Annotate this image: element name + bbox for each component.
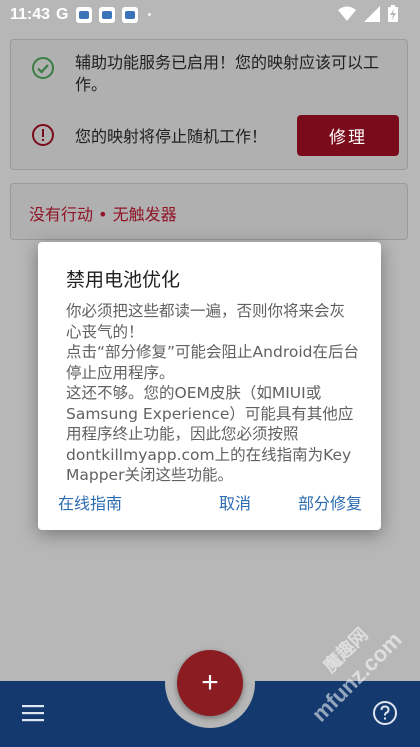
notification-app-icon: [98, 7, 115, 23]
system-icons: [338, 5, 398, 22]
help-icon[interactable]: [372, 700, 398, 726]
add-mapping-fab[interactable]: +: [177, 650, 243, 716]
check-circle-icon: [32, 57, 54, 79]
fix-button[interactable]: 修理: [297, 115, 399, 156]
signal-icon: [364, 5, 380, 22]
battery-charging-icon: [388, 5, 398, 22]
dialog-message: 你必须把这些都读一遍，否则你将来会灰心丧气的！ 点击“部分修复”可能会阻止And…: [66, 302, 359, 484]
mapping-warning-text: 您的映射将停止随机工作！: [75, 127, 268, 146]
menu-icon[interactable]: [22, 704, 44, 722]
svg-text:魔趣网: 魔趣网: [319, 625, 373, 677]
online-guide-button[interactable]: 在线指南: [58, 490, 122, 514]
battery-optimization-dialog: 禁用电池优化 你必须把这些都读一遍，否则你将来会灰心丧气的！ 点击“部分修复”可…: [38, 242, 381, 530]
notification-app-icon: [75, 7, 92, 23]
google-icon: G: [56, 6, 69, 23]
status-bar: 11:43 G •: [0, 0, 420, 30]
error-circle-icon: [32, 124, 54, 146]
cancel-button[interactable]: 取消: [219, 490, 251, 514]
mapping-summary-text: 没有行动 • 无触发器: [29, 205, 177, 224]
status-time: 11:43: [10, 6, 51, 23]
wifi-icon: [338, 6, 356, 21]
partial-fix-button[interactable]: 部分修复: [298, 490, 362, 514]
notification-app-icon: [121, 7, 138, 23]
more-notifications-dot: •: [147, 9, 152, 21]
dialog-title: 禁用电池优化: [66, 269, 181, 291]
dialog-actions: 在线指南 取消 部分修复: [38, 490, 381, 514]
mapping-card[interactable]: 没有行动 • 无触发器: [10, 183, 408, 240]
accessibility-enabled-text: 辅助功能服务已启用！您的映射应该可以工作。: [75, 53, 380, 94]
service-status-card: 辅助功能服务已启用！您的映射应该可以工作。 您的映射将停止随机工作！ 修理: [10, 39, 408, 170]
